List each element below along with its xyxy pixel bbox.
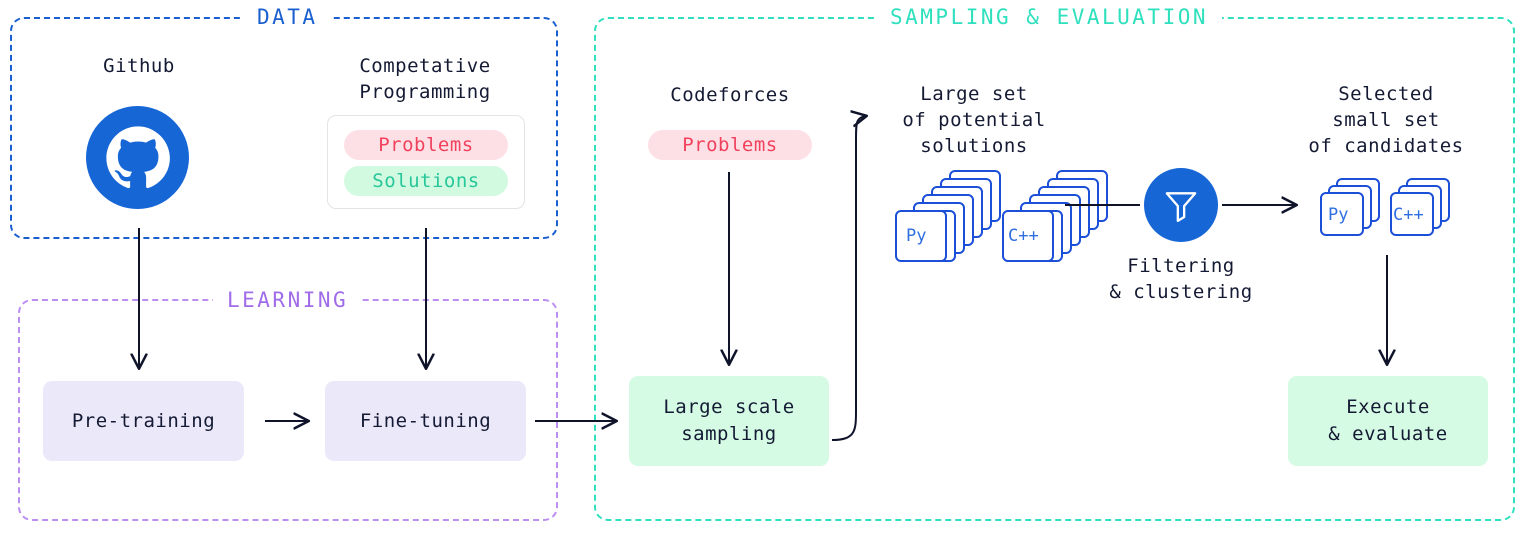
connector-arrows-layer <box>0 0 1527 441</box>
arrow-sampling-to-largeset <box>831 116 866 441</box>
diagram-canvas: DATA Github Competative Programming Prob… <box>0 0 1527 534</box>
